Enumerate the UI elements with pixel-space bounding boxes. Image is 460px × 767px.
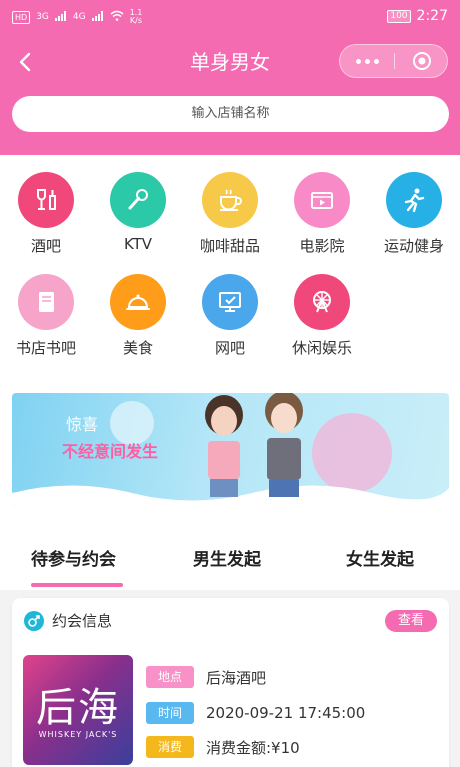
category-label: 网吧	[214, 339, 245, 357]
category-label: 美食	[122, 339, 153, 357]
ferris-wheel-icon	[294, 274, 350, 330]
monitor-icon	[202, 274, 258, 330]
card-header: 约会信息	[24, 610, 112, 631]
coffee-icon	[202, 172, 258, 228]
mini-program-capsule	[339, 44, 448, 78]
card-title: 约会信息	[52, 612, 113, 630]
category-bar[interactable]: 酒吧	[0, 172, 92, 256]
status-bar: HD 3G 4G 1.1 K/s 100 2:27	[0, 0, 460, 34]
category-ktv[interactable]: KTV	[92, 172, 184, 253]
wifi-icon	[110, 10, 124, 24]
signal-bars-icon	[91, 10, 104, 24]
tab-female-initiated[interactable]: 女生发起	[346, 545, 414, 570]
time-row: 时间 2020-09-21 17:45:00	[146, 702, 365, 724]
promo-banner[interactable]: 惊喜 不经意间发生	[12, 393, 449, 508]
more-dot	[364, 58, 370, 64]
category-label: KTV	[123, 235, 153, 253]
banner-line-1: 惊喜	[66, 415, 99, 434]
category-grid: 酒吧 KTV 咖啡甜品 电影院 运动健身 书店书吧 美食 网吧 休闲娱乐	[0, 155, 460, 373]
category-food[interactable]: 美食	[92, 274, 184, 358]
clock: 2:27	[416, 8, 448, 24]
running-icon	[386, 172, 442, 228]
network-speed-unit: K/s	[129, 16, 143, 25]
banner-section: 惊喜 不经意间发生	[0, 373, 460, 515]
active-tab-indicator	[31, 583, 123, 587]
time-value: 2020-09-21 17:45:00	[206, 704, 366, 722]
more-dot	[373, 58, 379, 64]
category-label: 休闲娱乐	[291, 339, 352, 357]
app-header: 单身男女 输入店铺名称	[0, 34, 460, 155]
banner-line-2: 不经意间发生	[62, 442, 159, 461]
more-dots-icon	[355, 58, 361, 64]
signal-4g-indicator: 4G	[72, 12, 86, 22]
shop-logo-text: 后海	[36, 685, 120, 731]
category-label: 运动健身	[383, 237, 444, 255]
location-row: 地点 后海酒吧	[146, 666, 266, 688]
category-label: 酒吧	[30, 237, 61, 255]
category-label: 书店书吧	[15, 339, 76, 357]
category-cinema[interactable]: 电影院	[276, 172, 368, 256]
category-label: 电影院	[299, 237, 345, 255]
view-button[interactable]: 查看	[385, 610, 437, 632]
date-card: 约会信息 查看 后海 WHISKEY JACK'S 地点 后海酒吧 时间 202…	[12, 598, 449, 767]
location-tag: 地点	[146, 666, 194, 688]
signal-bars-icon	[54, 10, 67, 24]
more-menu-button[interactable]	[340, 45, 394, 77]
target-circle-icon	[412, 52, 431, 70]
cost-tag: 消费	[146, 736, 194, 758]
food-cloche-icon	[110, 274, 166, 330]
microphone-icon	[110, 172, 166, 228]
location-value: 后海酒吧	[206, 668, 267, 687]
male-gender-icon	[24, 610, 44, 631]
network-speed: 1.1 K/s	[130, 9, 143, 25]
category-label: 咖啡甜品	[199, 237, 260, 255]
shop-logo-subtitle: WHISKEY JACK'S	[38, 730, 118, 739]
category-coffee-dessert[interactable]: 咖啡甜品	[184, 172, 276, 256]
battery-indicator: 100	[387, 9, 411, 23]
category-internet-cafe[interactable]: 网吧	[184, 274, 276, 358]
tab-pending-dates[interactable]: 待参与约会	[31, 545, 116, 570]
signal-3g-indicator: 3G	[36, 12, 49, 22]
shop-search-input[interactable]: 输入店铺名称	[12, 96, 449, 132]
tab-male-initiated[interactable]: 男生发起	[193, 545, 261, 570]
category-bookstore[interactable]: 书店书吧	[0, 274, 92, 358]
time-tag: 时间	[146, 702, 194, 724]
film-icon	[294, 172, 350, 228]
cost-row: 消费 消费金额:¥10	[146, 736, 300, 758]
category-leisure[interactable]: 休闲娱乐	[276, 274, 368, 358]
shop-image[interactable]: 后海 WHISKEY JACK'S	[23, 655, 133, 765]
wine-icon	[18, 172, 74, 228]
date-tabs: 待参与约会 男生发起 女生发起	[0, 515, 460, 590]
hd-badge: HD	[12, 10, 31, 24]
cost-value: 消费金额:¥10	[206, 738, 300, 757]
book-icon	[18, 274, 74, 330]
category-fitness[interactable]: 运动健身	[368, 172, 460, 256]
close-mini-program-button[interactable]	[395, 45, 448, 77]
